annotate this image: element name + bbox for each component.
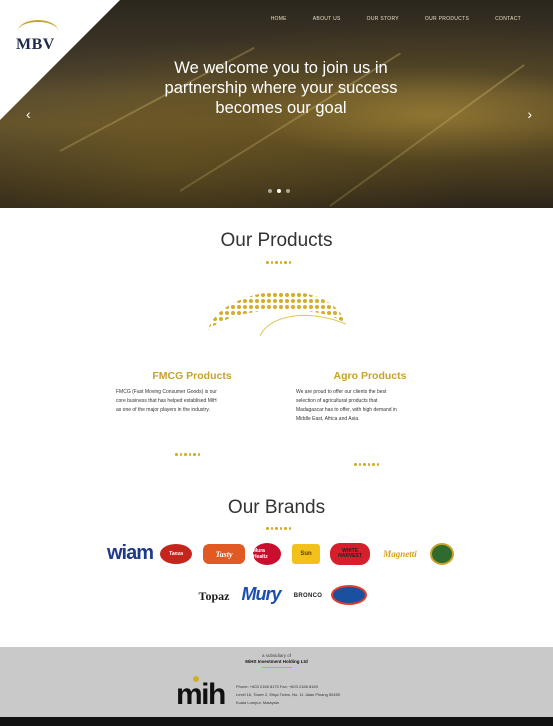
bottom-bar: [0, 717, 553, 726]
agro-text-line: We are proud to offer our clients the be…: [296, 389, 387, 395]
agro-text-line: Middle East, Africa and Asia.: [296, 416, 360, 422]
products-title: Our Products: [220, 230, 333, 251]
nav-our-products[interactable]: OUR PRODUCTS: [425, 16, 469, 22]
agro-readmore-dots[interactable]: [354, 463, 379, 466]
brand-magnetti-logo[interactable]: Magnetti: [376, 546, 424, 562]
logo-text: MBV: [16, 36, 55, 53]
footer-divider: [262, 667, 292, 668]
nav-contact[interactable]: CONTACT: [495, 16, 521, 22]
footer-logo-dot: [193, 676, 199, 682]
logo[interactable]: MBV: [6, 12, 64, 60]
slide-dot-3[interactable]: [286, 189, 290, 193]
brand-mury-logo[interactable]: Mury: [238, 583, 284, 605]
slide-dot-1[interactable]: [268, 189, 272, 193]
hero-title-line: becomes our goal: [215, 99, 347, 117]
brand-mura-logo[interactable]: Mura Healtz: [253, 543, 281, 565]
brand-topaz-logo[interactable]: Topaz: [194, 588, 234, 604]
footer-address-line: Phone: +603 2166 8170 Fax: +603 2166 816…: [236, 684, 318, 689]
agro-text-line: selection of agricultural products that: [296, 398, 378, 404]
slide-indicators: [268, 189, 290, 193]
globe-graphic: [208, 291, 347, 336]
footer-address-line: Kuala Lumpur, Malaysia: [236, 700, 279, 705]
page: MBV HOME ABOUT US OUR STORY OUR PRODUCTS…: [0, 0, 553, 726]
brand-biscuits-logo[interactable]: [331, 585, 367, 605]
footer-address-line: Level 16, Tower 2, Etiqa Twins, No. 11 J…: [236, 692, 341, 697]
brand-white-harvest-logo[interactable]: WHITE HARVEST: [330, 543, 370, 565]
agro-text: We are proud to offer our clients the be…: [296, 388, 456, 424]
brand-wiam-logo[interactable]: wiam: [107, 542, 154, 564]
nav-home[interactable]: HOME: [271, 16, 287, 22]
fmcg-readmore-dots[interactable]: [175, 453, 200, 456]
fmcg-text-line: as one of the major players in the indus…: [116, 407, 210, 413]
brand-tasty-logo[interactable]: Tasty: [203, 544, 245, 564]
brand-tanza-logo[interactable]: Tanza: [160, 544, 192, 564]
footer-holding-name: MiHS Investment Holding Ltd: [245, 659, 308, 664]
agro-title[interactable]: Agro Products: [310, 370, 430, 382]
nav-our-story[interactable]: OUR STORY: [367, 16, 399, 22]
footer-mih-logo[interactable]: mih: [176, 678, 226, 712]
brand-sun-logo[interactable]: Sun: [292, 544, 320, 564]
products-divider: [266, 261, 291, 264]
agro-text-line: Madagascar has to offer, with high deman…: [296, 407, 397, 413]
hero-title-line: We welcome you to join us in: [174, 59, 388, 77]
fmcg-text-line: core business that has helped establised…: [116, 398, 217, 404]
brands-title: Our Brands: [227, 497, 326, 518]
hero-title-line: partnership where your success: [164, 79, 398, 97]
next-slide-icon[interactable]: ›: [527, 106, 532, 122]
hero-title: We welcome you to join us in partnership…: [150, 58, 412, 118]
footer-subsidiary-text: a subsidiary of: [261, 653, 291, 658]
slide-dot-2[interactable]: [277, 189, 281, 193]
brands-divider: [266, 527, 291, 530]
fmcg-title[interactable]: FMCG Products: [132, 370, 252, 382]
brand-bronco-logo[interactable]: BRONCO: [290, 590, 326, 602]
nav-about-us[interactable]: ABOUT US: [313, 16, 341, 22]
footer-address: Phone: +603 2166 8170 Fax: +603 2166 816…: [236, 683, 416, 707]
hero-slider: MBV HOME ABOUT US OUR STORY OUR PRODUCTS…: [0, 0, 553, 208]
fmcg-text: FMCG (Fast Moving Consumer Goods) is our…: [116, 388, 276, 415]
brand-green-seal-logo[interactable]: [430, 543, 454, 565]
prev-slide-icon[interactable]: ‹: [26, 106, 31, 122]
fmcg-text-line: FMCG (Fast Moving Consumer Goods) is our: [116, 389, 217, 395]
main-nav: HOME ABOUT US OUR STORY OUR PRODUCTS CON…: [271, 16, 521, 22]
